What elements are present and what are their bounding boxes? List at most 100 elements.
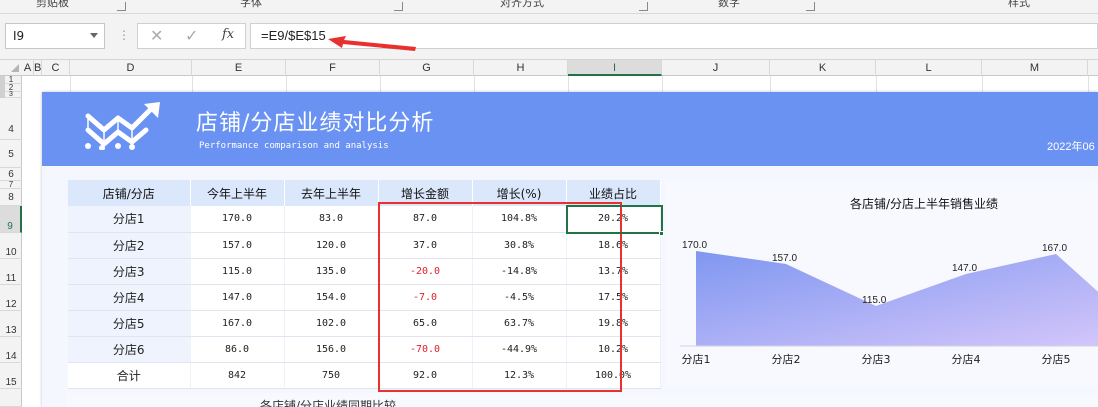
column-header[interactable]: E — [192, 60, 286, 76]
table-cell[interactable]: 19.8% — [566, 310, 661, 337]
column-header[interactable]: H — [474, 60, 568, 76]
table-cell[interactable]: 154.0 — [284, 284, 379, 311]
section-title: 各店铺/分店业绩同期比较 — [260, 399, 397, 407]
dialog-launcher-icon[interactable] — [639, 2, 648, 11]
table-cell[interactable]: 147.0 — [190, 284, 285, 311]
outline-group-bar[interactable] — [0, 76, 5, 98]
table-cell[interactable]: -14.8% — [472, 258, 567, 285]
row-header[interactable]: 11 — [0, 259, 22, 285]
column-header-selected[interactable]: I — [568, 60, 662, 76]
table-header-row: 店铺/分店 今年上半年 去年上半年 增长金额 增长(%) 业绩占比 — [68, 180, 661, 206]
enter-icon[interactable]: ✓ — [185, 26, 198, 45]
table-cell[interactable]: 156.0 — [284, 336, 379, 363]
table-cell[interactable]: 135.0 — [284, 258, 379, 285]
ribbon-group-clipboard: 剪贴板 — [36, 0, 69, 9]
table-cell[interactable]: 86.0 — [190, 336, 285, 363]
fill-handle[interactable] — [659, 231, 664, 236]
table-cell[interactable]: 分店5 — [68, 310, 191, 337]
column-header[interactable]: B — [34, 60, 42, 76]
table-cell[interactable]: 83.0 — [284, 206, 379, 233]
insert-function-icon[interactable]: fx — [222, 27, 234, 42]
dialog-launcher-icon[interactable] — [394, 2, 403, 11]
table-cell[interactable]: 63.7% — [472, 310, 567, 337]
table-cell[interactable]: 115.0 — [190, 258, 285, 285]
table-cell[interactable]: 20.2% — [566, 206, 661, 233]
table-cell[interactable]: 分店4 — [68, 284, 191, 311]
table-cell[interactable]: 10.2% — [566, 336, 661, 363]
table-cell[interactable]: 750 — [284, 362, 379, 389]
row-header[interactable]: 14 — [0, 337, 22, 363]
formula-text: =E9/$E$15 — [261, 28, 326, 43]
column-header[interactable]: A — [22, 60, 34, 76]
column-title: 增长金额 — [378, 180, 473, 206]
table-cell[interactable]: 分店6 — [68, 336, 191, 363]
table-row: 分店1 170.0 83.0 87.0 104.8% 20.2% — [68, 206, 661, 233]
table-cell[interactable]: 170.0 — [190, 206, 285, 233]
table-cell[interactable]: 157.0 — [190, 232, 285, 259]
table-cell[interactable]: 分店2 — [68, 232, 191, 259]
column-header[interactable]: K — [770, 60, 876, 76]
table-cell[interactable]: -7.0 — [378, 284, 473, 311]
column-header[interactable]: F — [286, 60, 380, 76]
row-header[interactable] — [0, 389, 22, 407]
column-header-bar: A B C D E F G H I J K L M — [0, 60, 1098, 76]
row-header-selected[interactable]: 9 — [0, 206, 22, 233]
sales-chart[interactable]: 各店铺/分店上半年销售业绩 分店1 分店2 分店3 分店4 分店5 170.0 157.0 1… — [666, 181, 1098, 387]
table-cell[interactable]: -44.9% — [472, 336, 567, 363]
data-label: 147.0 — [952, 263, 977, 274]
cancel-icon[interactable]: ✕ — [150, 26, 163, 45]
table-cell[interactable]: 12.3% — [472, 362, 567, 389]
table-cell[interactable]: 13.7% — [566, 258, 661, 285]
row-header[interactable]: 10 — [0, 233, 22, 259]
column-title: 业绩占比 — [566, 180, 661, 206]
table-cell[interactable]: 87.0 — [378, 206, 473, 233]
column-header[interactable]: J — [662, 60, 770, 76]
growth-chart-icon — [85, 102, 160, 150]
table-cell[interactable]: 92.0 — [378, 362, 473, 389]
row-header[interactable]: 12 — [0, 285, 22, 311]
table-cell[interactable]: 842 — [190, 362, 285, 389]
row-header[interactable]: 4 — [0, 98, 22, 140]
chevron-down-icon[interactable] — [90, 33, 98, 38]
table-cell[interactable]: -70.0 — [378, 336, 473, 363]
table-cell[interactable]: 167.0 — [190, 310, 285, 337]
table-cell[interactable]: 102.0 — [284, 310, 379, 337]
table-cell[interactable]: 分店3 — [68, 258, 191, 285]
ribbon-group-alignment: 对齐方式 — [500, 0, 544, 9]
row-header[interactable]: 13 — [0, 311, 22, 337]
table-row: 分店5 167.0 102.0 65.0 63.7% 19.8% — [68, 310, 661, 337]
dialog-launcher-icon[interactable] — [117, 2, 126, 11]
row-header[interactable]: 7 — [0, 181, 22, 189]
more-options-icon[interactable]: ⋮ — [118, 28, 130, 42]
table-cell[interactable]: 120.0 — [284, 232, 379, 259]
table-cell[interactable]: -4.5% — [472, 284, 567, 311]
column-header[interactable]: M — [982, 60, 1088, 76]
table-cell[interactable]: 分店1 — [68, 206, 191, 233]
table-cell[interactable]: -20.0 — [378, 258, 473, 285]
table-cell[interactable]: 18.6% — [566, 232, 661, 259]
table-cell[interactable]: 104.8% — [472, 206, 567, 233]
area-series — [696, 251, 1098, 346]
row-header[interactable]: 15 — [0, 363, 22, 389]
comparison-section: 各店铺/分店业绩同期比较 — [66, 393, 1098, 407]
table-cell[interactable]: 100.0% — [566, 362, 661, 389]
dialog-launcher-icon[interactable] — [806, 2, 815, 11]
formula-buttons: ✕ ✓ fx — [137, 23, 246, 49]
table-row: 分店2 157.0 120.0 37.0 30.8% 18.6% — [68, 232, 661, 259]
table-cell[interactable]: 合计 — [68, 362, 191, 389]
table-row: 分店6 86.0 156.0 -70.0 -44.9% 10.2% — [68, 336, 661, 363]
column-header[interactable]: L — [876, 60, 982, 76]
table-row: 分店3 115.0 135.0 -20.0 -14.8% 13.7% — [68, 258, 661, 285]
row-header[interactable]: 8 — [0, 189, 22, 206]
name-box[interactable]: I9 — [5, 23, 105, 49]
column-header[interactable]: D — [70, 60, 192, 76]
select-all-icon[interactable] — [11, 64, 19, 72]
column-header[interactable]: C — [42, 60, 70, 76]
row-header[interactable]: 5 — [0, 140, 22, 168]
column-header[interactable]: G — [380, 60, 474, 76]
table-cell[interactable]: 65.0 — [378, 310, 473, 337]
x-tick-label: 分店2 — [772, 352, 801, 366]
table-cell[interactable]: 37.0 — [378, 232, 473, 259]
table-cell[interactable]: 30.8% — [472, 232, 567, 259]
table-cell[interactable]: 17.5% — [566, 284, 661, 311]
